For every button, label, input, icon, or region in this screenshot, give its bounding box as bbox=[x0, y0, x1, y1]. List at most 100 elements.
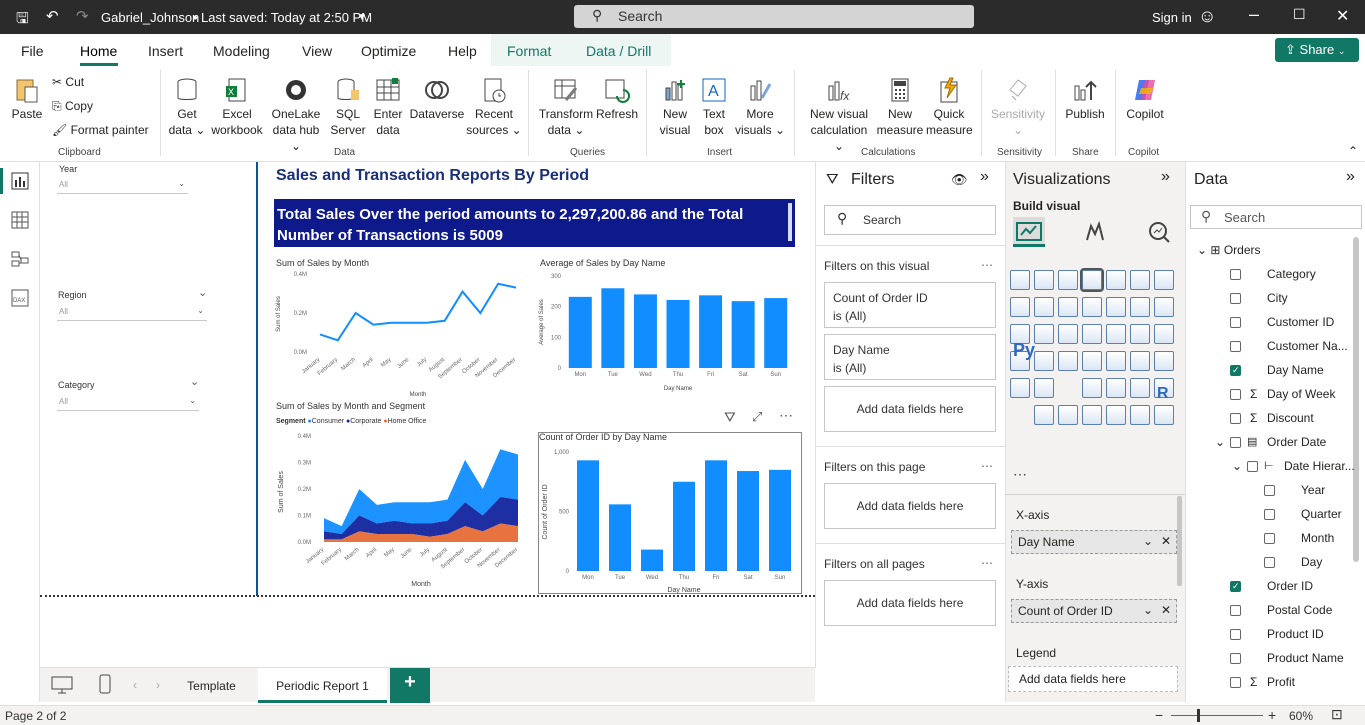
more-options-icon[interactable]: ⋯ bbox=[779, 407, 793, 424]
sales-by-month-line-chart[interactable]: 0.0M0.2M0.4MJanuaryFebruary March April May… bbox=[274, 268, 534, 398]
field-item[interactable]: ⌄ ▤ Order Date bbox=[1185, 435, 1355, 455]
field-checkbox[interactable] bbox=[1230, 653, 1241, 664]
field-checkbox[interactable] bbox=[1230, 677, 1241, 688]
format-painter-button[interactable]: 🖌 Format painter bbox=[52, 122, 149, 138]
visual-type-icon[interactable] bbox=[1058, 405, 1078, 425]
viz-scrollbar[interactable] bbox=[1177, 496, 1182, 586]
add-page-button[interactable]: + bbox=[390, 668, 430, 703]
visual-type-icon[interactable] bbox=[1080, 268, 1104, 292]
field-item[interactable]: ✓ Order ID bbox=[1185, 579, 1355, 599]
desktop-layout-icon[interactable] bbox=[51, 676, 73, 694]
chevron-down-icon[interactable]: ⌄ bbox=[1143, 603, 1153, 617]
field-item[interactable]: Product Name bbox=[1185, 651, 1355, 671]
field-item[interactable]: Σ Day of Week bbox=[1185, 387, 1355, 407]
field-item[interactable]: Quarter bbox=[1185, 507, 1355, 527]
chevron-down-icon[interactable]: ⌄ bbox=[1232, 459, 1242, 473]
field-item[interactable]: Customer Na... bbox=[1185, 339, 1355, 359]
scroll-right-icon[interactable]: › bbox=[156, 678, 160, 692]
python-visual-icon[interactable]: Py bbox=[1013, 340, 1035, 361]
field-checkbox[interactable] bbox=[1264, 509, 1275, 520]
chevron-down-icon[interactable]: ⌄ bbox=[190, 375, 199, 388]
field-checkbox[interactable] bbox=[1230, 389, 1241, 400]
menu-format[interactable]: Format bbox=[507, 43, 551, 59]
visual-type-icon[interactable] bbox=[1130, 297, 1150, 317]
new-measure-button[interactable]: New measure bbox=[876, 76, 924, 138]
field-item[interactable]: Product ID bbox=[1185, 627, 1355, 647]
search-box[interactable]: ⚲ Search bbox=[574, 5, 974, 28]
menu-view[interactable]: View bbox=[302, 43, 332, 59]
visual-type-icon[interactable] bbox=[1034, 351, 1054, 371]
add-page-filter-field[interactable]: Add data fields here bbox=[824, 483, 996, 529]
table-orders[interactable]: ⌄ ⊞ Orders bbox=[1197, 243, 1261, 257]
field-checkbox[interactable] bbox=[1264, 533, 1275, 544]
more-options-icon[interactable]: ⋯ bbox=[981, 258, 993, 272]
zoom-in-icon[interactable]: + bbox=[1268, 707, 1276, 723]
get-data-button[interactable]: Get data ⌄ bbox=[166, 76, 208, 138]
eye-icon[interactable]: 👁 bbox=[951, 172, 968, 188]
copilot-button[interactable]: Copilot bbox=[1122, 76, 1168, 122]
visual-type-icon[interactable] bbox=[1106, 270, 1126, 290]
undo-icon[interactable]: ↶ bbox=[46, 7, 59, 25]
field-item[interactable]: Year bbox=[1185, 483, 1355, 503]
year-slicer-dropdown[interactable]: All ⌄ bbox=[57, 179, 188, 194]
zoom-out-icon[interactable]: − bbox=[1155, 707, 1163, 723]
visual-type-icon[interactable] bbox=[1058, 297, 1078, 317]
visual-type-icon[interactable] bbox=[1106, 324, 1126, 344]
visual-type-icon[interactable] bbox=[1130, 378, 1150, 398]
visual-type-icon[interactable] bbox=[1154, 297, 1174, 317]
analytics-icon[interactable] bbox=[1147, 220, 1171, 244]
avg-sales-by-day-bar-chart[interactable]: 0 100 200 300 Mon Tue Wed Thu Fri Sat Sun Day Name A… bbox=[536, 268, 796, 398]
more-visuals-button[interactable]: More visuals ⌄ bbox=[734, 76, 786, 138]
build-visual-tab[interactable] bbox=[1013, 217, 1045, 247]
visual-type-icon[interactable] bbox=[1154, 270, 1174, 290]
close-icon[interactable]: ✕ bbox=[1336, 6, 1349, 26]
sign-in-link[interactable]: Sign in bbox=[1152, 10, 1192, 25]
visual-type-icon[interactable] bbox=[1130, 324, 1150, 344]
visual-type-icon[interactable] bbox=[1034, 378, 1054, 398]
visual-type-icon[interactable] bbox=[1058, 351, 1078, 371]
menu-help[interactable]: Help bbox=[448, 43, 477, 59]
visual-type-icon[interactable] bbox=[1010, 270, 1030, 290]
text-box-button[interactable]: A Text box bbox=[696, 76, 732, 138]
transform-data-button[interactable]: Transform data ⌄ bbox=[536, 76, 596, 138]
sales-by-month-segment-area-chart[interactable]: 0.0M0.1M0.2M0.3M0.4MJanuaryFebruary March… bbox=[274, 428, 536, 594]
report-view-icon[interactable] bbox=[11, 172, 29, 190]
visual-type-icon[interactable] bbox=[1130, 351, 1150, 371]
mobile-layout-icon[interactable] bbox=[99, 674, 111, 694]
refresh-button[interactable]: Refresh bbox=[596, 76, 638, 122]
field-checkbox[interactable]: ✓ bbox=[1230, 581, 1241, 592]
field-checkbox[interactable] bbox=[1230, 317, 1241, 328]
visual-type-icon[interactable] bbox=[1154, 405, 1174, 425]
legend-add-field[interactable]: Add data fields here bbox=[1008, 666, 1178, 692]
visual-type-icon[interactable] bbox=[1010, 378, 1030, 398]
visual-type-icon[interactable] bbox=[1034, 405, 1054, 425]
sql-server-button[interactable]: SQL Server bbox=[328, 76, 368, 138]
chevron-down-icon[interactable]: ⌄ bbox=[198, 286, 207, 299]
dax-query-view-icon[interactable]: DAX bbox=[11, 289, 29, 307]
filters-search-input[interactable]: ⚲ Search bbox=[824, 205, 996, 235]
account-icon[interactable]: ☺ bbox=[1198, 6, 1216, 27]
visual-type-icon[interactable] bbox=[1034, 270, 1054, 290]
field-checkbox[interactable] bbox=[1230, 293, 1241, 304]
menu-data-drill[interactable]: Data / Drill bbox=[586, 43, 651, 59]
zoom-slider-track[interactable] bbox=[1171, 715, 1263, 716]
region-slicer-dropdown[interactable]: All ⌄ bbox=[57, 306, 207, 321]
filter-card-count-order-id[interactable]: Count of Order ID is (All) bbox=[824, 282, 996, 328]
scroll-left-icon[interactable]: ‹ bbox=[133, 678, 137, 692]
collapse-icon[interactable]: » bbox=[1161, 168, 1170, 186]
banner-scrollbar[interactable] bbox=[788, 203, 792, 241]
chevron-down-icon[interactable]: ⌄ bbox=[1215, 435, 1225, 449]
field-item[interactable]: ⌄ ⊢ Date Hierar... bbox=[1185, 459, 1355, 479]
visual-type-icon[interactable] bbox=[1034, 324, 1054, 344]
visual-type-icon[interactable] bbox=[1106, 351, 1126, 371]
visual-type-icon[interactable] bbox=[1082, 297, 1102, 317]
sensitivity-button[interactable]: Sensitivity ⌄ bbox=[988, 76, 1048, 138]
collapse-icon[interactable]: » bbox=[980, 168, 989, 186]
menu-home[interactable]: Home bbox=[80, 43, 117, 59]
model-view-icon[interactable] bbox=[11, 250, 29, 268]
filter-card-day-name[interactable]: Day Name is (All) bbox=[824, 334, 996, 380]
page-tab-periodic-report-1[interactable]: Periodic Report 1 bbox=[258, 668, 387, 703]
publish-button[interactable]: Publish bbox=[1062, 76, 1108, 122]
visual-type-icon[interactable] bbox=[1010, 297, 1030, 317]
field-item[interactable]: Month bbox=[1185, 531, 1355, 551]
